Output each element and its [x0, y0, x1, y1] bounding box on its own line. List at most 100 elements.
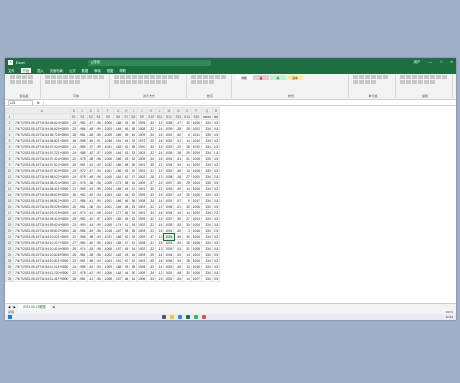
menu-item[interactable]: 数据	[82, 68, 89, 73]
ribbon-tool-icon[interactable]	[16, 75, 21, 79]
ribbon-tool-icon[interactable]	[75, 75, 80, 79]
ribbon-tool-icon[interactable]	[120, 80, 125, 84]
app-icon[interactable]	[202, 315, 206, 319]
ribbon-tool-icon[interactable]	[377, 75, 382, 79]
ribbon-tool-icon[interactable]	[365, 75, 370, 79]
ribbon-tool-icon[interactable]	[132, 80, 137, 84]
ribbon-tool-icon[interactable]	[430, 80, 435, 84]
maximize-icon[interactable]: □	[440, 60, 442, 65]
ribbon-tool-icon[interactable]	[126, 75, 131, 79]
data-cell[interactable]: 7/4/7/2023-05-19T11:54:11.417+0800	[13, 275, 71, 282]
ribbon-tool-icon[interactable]	[138, 75, 143, 79]
ribbon-tool-icon[interactable]	[63, 75, 68, 79]
data-cell[interactable]: -28	[69, 275, 79, 282]
file-explorer-icon[interactable]	[170, 315, 174, 319]
cell-style-button[interactable]: 常规	[236, 75, 252, 80]
fx-icon[interactable]: fx	[37, 101, 39, 105]
ribbon-tool-icon[interactable]	[51, 75, 56, 79]
menu-item[interactable]: 开始	[20, 68, 32, 73]
menu-item[interactable]: 视图	[107, 68, 114, 73]
ribbon-tool-icon[interactable]	[63, 80, 68, 84]
ribbon-tool-icon[interactable]	[209, 75, 214, 79]
ribbon-tool-icon[interactable]	[400, 80, 405, 84]
ribbon-tool-icon[interactable]	[412, 75, 417, 79]
minimize-icon[interactable]: —	[428, 60, 432, 65]
ribbon-tool-icon[interactable]	[150, 80, 155, 84]
search-box[interactable]: ⚲ 搜索	[87, 59, 211, 66]
ribbon-tool-icon[interactable]	[45, 80, 50, 84]
add-sheet-icon[interactable]: ⊕	[53, 305, 56, 309]
ribbon-tool-icon[interactable]	[359, 75, 364, 79]
menu-item[interactable]: 插入	[37, 68, 44, 73]
data-cell[interactable]: -15	[154, 275, 165, 282]
excel-taskbar-icon[interactable]	[186, 315, 190, 319]
cell-style-button[interactable]: 好	[270, 75, 286, 80]
ribbon-tool-icon[interactable]	[45, 75, 50, 79]
ribbon-tool-icon[interactable]	[197, 80, 202, 84]
ribbon-tool-icon[interactable]	[28, 75, 33, 79]
ribbon-tool-icon[interactable]	[10, 80, 15, 84]
ribbon-tool-icon[interactable]	[424, 75, 429, 79]
ribbon-tool-icon[interactable]	[150, 75, 155, 79]
ribbon-tool-icon[interactable]	[69, 75, 74, 79]
ribbon-tool-icon[interactable]	[16, 80, 21, 84]
data-cell[interactable]: 1006	[136, 275, 148, 282]
ribbon-tool-icon[interactable]	[51, 80, 56, 84]
ribbon-tool-icon[interactable]	[162, 75, 167, 79]
ribbon-tool-icon[interactable]	[126, 80, 131, 84]
ribbon-tool-icon[interactable]	[99, 75, 104, 79]
ribbon-tool-icon[interactable]	[209, 80, 214, 84]
data-cell[interactable]: -54	[173, 275, 184, 282]
menu-item[interactable]: 文件	[8, 68, 15, 73]
next-sheet-icon[interactable]: ▶	[13, 305, 15, 309]
ribbon-tool-icon[interactable]	[424, 80, 429, 84]
ribbon-tool-icon[interactable]	[57, 75, 62, 79]
ribbon-tool-icon[interactable]	[365, 80, 370, 84]
ribbon-tool-icon[interactable]	[353, 75, 358, 79]
ribbon-tool-icon[interactable]	[87, 75, 92, 79]
ribbon-tool-icon[interactable]	[174, 75, 179, 79]
data-cell[interactable]: -33	[146, 275, 156, 282]
ribbon-tool-icon[interactable]	[442, 75, 447, 79]
ribbon-tool-icon[interactable]	[371, 75, 376, 79]
menu-item[interactable]: 页面布局	[50, 68, 63, 73]
windows-start-icon[interactable]	[8, 315, 12, 319]
data-cell[interactable]: -41	[86, 275, 96, 282]
sheet-table[interactable]: A B C D E F G H I J K L M N O P Q R 1 S1 S2 S3 S4 S5 S6 S7 S8 S9 S10…	[5, 107, 221, 282]
ribbon-tool-icon[interactable]	[203, 80, 208, 84]
ribbon-tool-icon[interactable]	[400, 75, 405, 79]
ribbon-tool-icon[interactable]	[10, 75, 15, 79]
ribbon-tool-icon[interactable]	[93, 75, 98, 79]
formula-input[interactable]	[43, 100, 453, 105]
data-cell[interactable]: 3.5	[211, 275, 221, 282]
cell-style-button[interactable]: 适中	[287, 75, 303, 80]
name-box[interactable]: L21	[8, 99, 33, 106]
ribbon-tool-icon[interactable]	[114, 80, 119, 84]
ribbon-tool-icon[interactable]	[383, 75, 388, 79]
ribbon-tool-icon[interactable]	[430, 75, 435, 79]
ribbon-tool-icon[interactable]	[197, 75, 202, 79]
ribbon-tool-icon[interactable]	[436, 75, 441, 79]
ribbon-tool-icon[interactable]	[162, 80, 167, 84]
data-cell[interactable]: 1002	[163, 275, 175, 282]
ribbon-tool-icon[interactable]	[22, 80, 27, 84]
ribbon-tool-icon[interactable]	[406, 75, 411, 79]
ribbon-tool-icon[interactable]	[191, 75, 196, 79]
ribbon-tool-icon[interactable]	[120, 75, 125, 79]
ribbon-tool-icon[interactable]	[156, 80, 161, 84]
ribbon-tool-icon[interactable]	[191, 80, 196, 84]
ribbon-tool-icon[interactable]	[418, 80, 423, 84]
ribbon-tool-icon[interactable]	[69, 80, 74, 84]
data-cell[interactable]: 1007	[190, 275, 202, 282]
menu-item[interactable]: 审阅	[94, 68, 101, 73]
ribbon-tool-icon[interactable]	[81, 75, 86, 79]
data-cell[interactable]: -1008	[101, 275, 114, 282]
ribbon-tool-icon[interactable]	[114, 75, 119, 79]
ribbon-tool-icon[interactable]	[353, 80, 358, 84]
data-cell[interactable]: 34	[129, 275, 138, 282]
ribbon-tool-icon[interactable]	[138, 80, 143, 84]
ribbon-tool-icon[interactable]	[156, 75, 161, 79]
row-number[interactable]: 28	[5, 275, 14, 282]
data-cell[interactable]: 14	[182, 275, 192, 282]
close-icon[interactable]: ✕	[450, 60, 453, 65]
